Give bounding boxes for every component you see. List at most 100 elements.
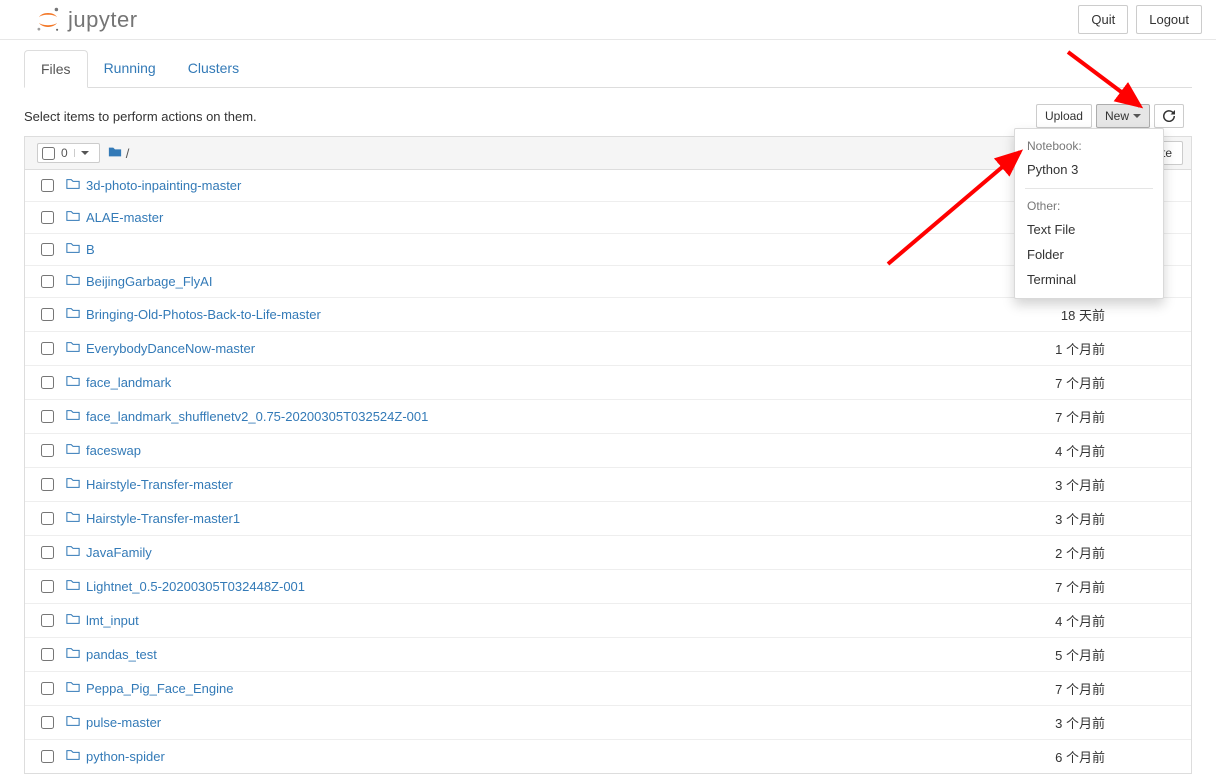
file-link[interactable]: ALAE-master	[66, 209, 163, 226]
file-row: Peppa_Pig_Face_Engine 7 个月前	[25, 671, 1191, 705]
dropdown-divider	[1025, 188, 1153, 189]
file-row: lmt_input4 个月前	[25, 603, 1191, 637]
file-name: B	[86, 242, 95, 257]
new-folder[interactable]: Folder	[1015, 242, 1163, 267]
new-button-label: New	[1105, 109, 1129, 123]
row-checkbox[interactable]	[41, 410, 54, 423]
file-link[interactable]: pandas_test	[66, 646, 157, 663]
row-checkbox[interactable]	[41, 648, 54, 661]
tab-bar: Files Running Clusters	[24, 50, 1192, 88]
file-date: 3 个月前	[1055, 475, 1179, 494]
folder-icon	[66, 340, 80, 357]
folder-icon	[66, 646, 80, 663]
file-row: face_landmark_shufflenetv2_0.75-20200305…	[25, 399, 1191, 433]
dropdown-header-other: Other:	[1015, 195, 1163, 217]
file-row: Hairstyle-Transfer-master1 3 个月前	[25, 501, 1191, 535]
row-checkbox[interactable]	[41, 580, 54, 593]
file-link[interactable]: pulse-master	[66, 714, 161, 731]
folder-icon	[66, 510, 80, 527]
file-name: Peppa_Pig_Face_Engine	[86, 681, 233, 696]
folder-icon	[66, 177, 80, 194]
file-date: 7 个月前	[1055, 679, 1179, 698]
row-checkbox[interactable]	[41, 546, 54, 559]
file-link[interactable]: Peppa_Pig_Face_Engine	[66, 680, 233, 697]
select-all-checkbox[interactable]	[42, 147, 55, 160]
folder-icon	[66, 476, 80, 493]
main-content: Files Running Clusters Select items to p…	[0, 50, 1216, 774]
file-link[interactable]: faceswap	[66, 442, 141, 459]
file-row: python-spider6 个月前	[25, 739, 1191, 773]
folder-icon	[66, 241, 80, 258]
logout-button[interactable]: Logout	[1136, 5, 1202, 34]
file-name: face_landmark_shufflenetv2_0.75-20200305…	[86, 409, 428, 424]
folder-icon	[66, 273, 80, 290]
file-date: 3 个月前	[1055, 509, 1179, 528]
row-checkbox[interactable]	[41, 275, 54, 288]
file-name: 3d-photo-inpainting-master	[86, 178, 241, 193]
file-name: pandas_test	[86, 647, 157, 662]
file-name: Hairstyle-Transfer-master1	[86, 511, 240, 526]
file-link[interactable]: BeijingGarbage_FlyAI	[66, 273, 212, 290]
tab-clusters[interactable]: Clusters	[172, 50, 255, 88]
row-checkbox[interactable]	[41, 716, 54, 729]
file-row: face_landmark 7 个月前	[25, 365, 1191, 399]
tab-files[interactable]: Files	[24, 50, 88, 88]
file-link[interactable]: EverybodyDanceNow-master	[66, 340, 255, 357]
row-checkbox[interactable]	[41, 512, 54, 525]
file-row: EverybodyDanceNow-master1 个月前	[25, 331, 1191, 365]
toolbar-actions: Upload New Notebook: Python 3 Other: Tex…	[1036, 104, 1192, 128]
row-checkbox[interactable]	[41, 376, 54, 389]
new-button[interactable]: New	[1096, 104, 1150, 128]
new-terminal[interactable]: Terminal	[1015, 267, 1163, 292]
row-checkbox[interactable]	[41, 750, 54, 763]
file-date: 18 天前	[1061, 305, 1179, 324]
file-link[interactable]: Lightnet_0.5-20200305T032448Z-001	[66, 578, 305, 595]
refresh-button[interactable]	[1154, 104, 1184, 128]
row-checkbox[interactable]	[41, 614, 54, 627]
file-name: face_landmark	[86, 375, 171, 390]
caret-down-icon	[81, 151, 89, 155]
tab-running[interactable]: Running	[88, 50, 172, 88]
file-link[interactable]: Bringing-Old-Photos-Back-to-Life-master	[66, 306, 321, 323]
row-checkbox[interactable]	[41, 308, 54, 321]
header-buttons: Quit Logout	[1078, 5, 1202, 34]
file-row: JavaFamily2 个月前	[25, 535, 1191, 569]
row-checkbox[interactable]	[41, 179, 54, 192]
jupyter-icon	[34, 6, 62, 34]
folder-icon	[66, 209, 80, 226]
folder-home-icon[interactable]	[108, 145, 122, 162]
new-textfile[interactable]: Text File	[1015, 217, 1163, 242]
quit-button[interactable]: Quit	[1078, 5, 1128, 34]
row-checkbox[interactable]	[41, 444, 54, 457]
file-link[interactable]: 3d-photo-inpainting-master	[66, 177, 241, 194]
dropdown-header-notebook: Notebook:	[1015, 135, 1163, 157]
jupyter-logo[interactable]: jupyter	[34, 6, 138, 34]
file-link[interactable]: face_landmark	[66, 374, 171, 391]
file-date: 4 个月前	[1055, 441, 1179, 460]
file-row: Lightnet_0.5-20200305T032448Z-0017 个月前	[25, 569, 1191, 603]
file-row: Bringing-Old-Photos-Back-to-Life-master 1…	[25, 297, 1191, 331]
row-checkbox[interactable]	[41, 682, 54, 695]
row-checkbox[interactable]	[41, 243, 54, 256]
folder-icon	[66, 748, 80, 765]
file-link[interactable]: python-spider	[66, 748, 165, 765]
file-date: 7 个月前	[1055, 373, 1179, 392]
row-checkbox[interactable]	[41, 478, 54, 491]
refresh-icon	[1163, 110, 1175, 122]
file-link[interactable]: lmt_input	[66, 612, 139, 629]
breadcrumb: /	[108, 145, 130, 162]
new-python3[interactable]: Python 3	[1015, 157, 1163, 182]
file-link[interactable]: face_landmark_shufflenetv2_0.75-20200305…	[66, 408, 428, 425]
page-header: jupyter Quit Logout	[0, 0, 1216, 40]
caret-down-icon	[1133, 114, 1141, 118]
row-checkbox[interactable]	[41, 342, 54, 355]
select-type-dropdown[interactable]	[74, 149, 95, 157]
file-link[interactable]: Hairstyle-Transfer-master1	[66, 510, 240, 527]
file-link[interactable]: JavaFamily	[66, 544, 152, 561]
select-all-group[interactable]: 0	[37, 143, 100, 163]
row-checkbox[interactable]	[41, 211, 54, 224]
file-link[interactable]: B	[66, 241, 95, 258]
file-link[interactable]: Hairstyle-Transfer-master	[66, 476, 233, 493]
upload-button[interactable]: Upload	[1036, 104, 1092, 128]
folder-icon	[66, 578, 80, 595]
